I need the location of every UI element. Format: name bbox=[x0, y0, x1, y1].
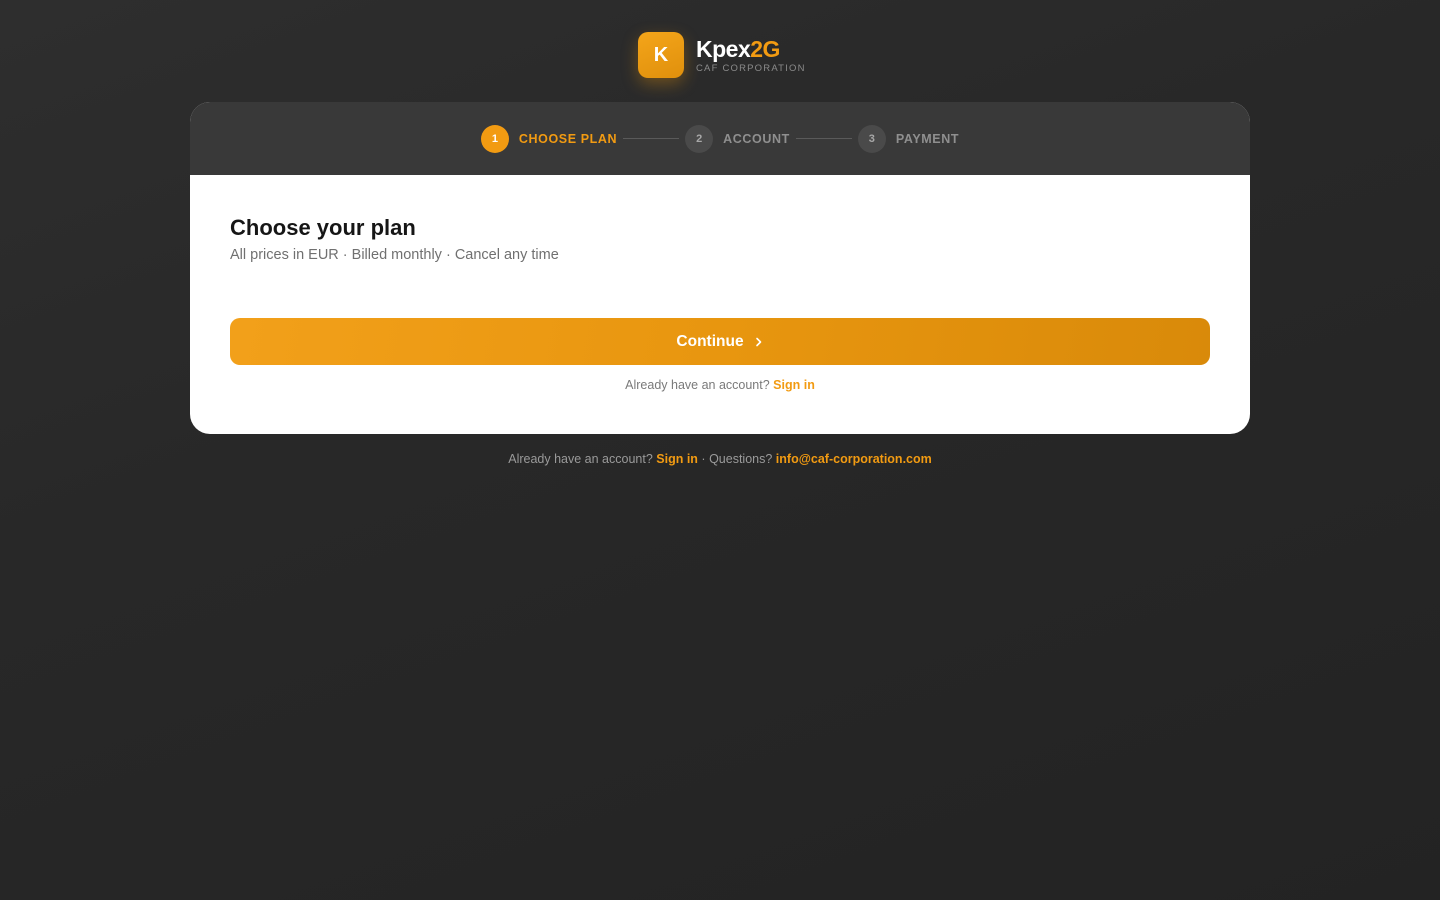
step-choose-plan[interactable]: 1 CHOOSE PLAN bbox=[480, 124, 618, 153]
sign-in-prompt: Already have an account? Sign in bbox=[230, 378, 1210, 392]
page-title: Choose your plan bbox=[230, 215, 416, 240]
step-label: ACCOUNT bbox=[723, 131, 790, 146]
footer-account-prompt: Already have an account? bbox=[508, 452, 653, 466]
step-connector bbox=[623, 138, 680, 139]
card-body: Choose your plan All prices in EUR · Bil… bbox=[190, 175, 1250, 392]
step-label: PAYMENT bbox=[895, 131, 960, 146]
brand-logo-letter: K bbox=[653, 43, 669, 66]
brand-name: Kpex2G bbox=[696, 36, 806, 62]
step-label: CHOOSE PLAN bbox=[518, 131, 618, 146]
brand-header: K Kpex2G CAF CORPORATION bbox=[638, 32, 806, 78]
brand-text: Kpex2G CAF CORPORATION bbox=[696, 36, 806, 74]
step-number: 1 bbox=[480, 124, 509, 153]
footer: Already have an account? Sign in · Quest… bbox=[0, 452, 1440, 466]
footer-separator: · bbox=[701, 452, 706, 466]
brand-name-main: Kpex bbox=[696, 36, 751, 62]
signup-card: 1 CHOOSE PLAN 2 ACCOUNT 3 PAYMENT Choose… bbox=[190, 102, 1250, 434]
brand-logo: K bbox=[638, 32, 684, 78]
sign-in-link[interactable]: Sign in bbox=[773, 378, 815, 392]
step-account[interactable]: 2 ACCOUNT bbox=[685, 124, 790, 153]
continue-button[interactable]: Continue bbox=[230, 318, 1210, 365]
step-payment[interactable]: 3 PAYMENT bbox=[857, 124, 960, 153]
chevron-right-icon bbox=[755, 337, 761, 346]
stepper: 1 CHOOSE PLAN 2 ACCOUNT 3 PAYMENT bbox=[190, 102, 1250, 175]
sign-in-prompt-text: Already have an account? bbox=[625, 378, 770, 392]
brand-name-accent: 2G bbox=[750, 36, 780, 62]
footer-sign-in-link[interactable]: Sign in bbox=[656, 452, 698, 466]
continue-label: Continue bbox=[676, 332, 744, 350]
step-connector bbox=[795, 138, 852, 139]
step-number: 3 bbox=[857, 124, 886, 153]
step-number: 2 bbox=[685, 124, 714, 153]
footer-questions-label: Questions? bbox=[709, 452, 773, 466]
brand-subtitle: CAF CORPORATION bbox=[696, 63, 806, 74]
page-subtitle: All prices in EUR · Billed monthly · Can… bbox=[230, 247, 559, 263]
footer-email-link[interactable]: info@caf-corporation.com bbox=[776, 452, 932, 466]
